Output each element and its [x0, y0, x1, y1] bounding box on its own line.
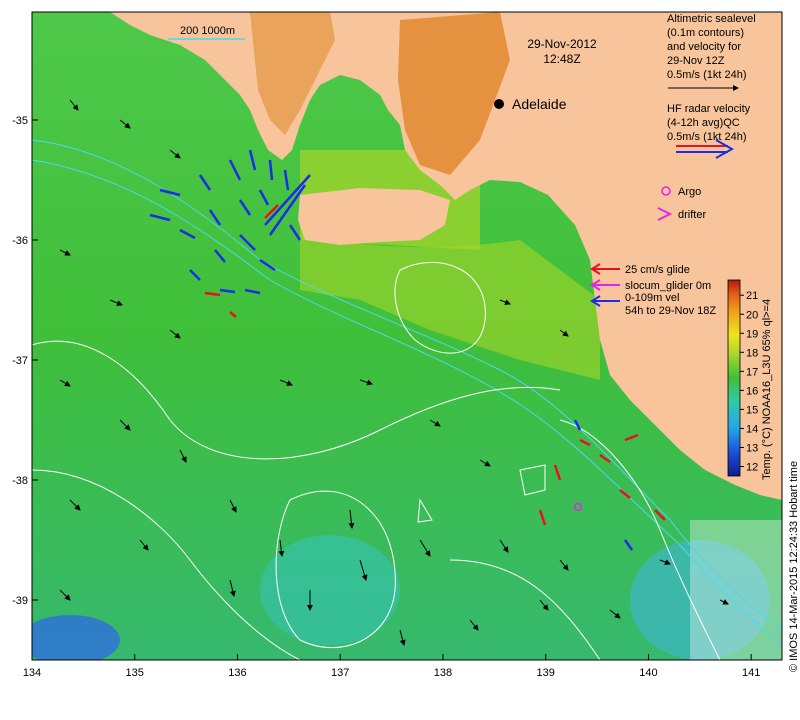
sst-map: 200 1000m Adelaide 29-Nov-2012 12:48Z Al…	[12, 11, 800, 679]
x-tick-label: 137	[331, 667, 349, 679]
colorbar-tick-label: 12	[746, 461, 758, 473]
svg-text:0-109m vel: 0-109m vel	[625, 292, 679, 304]
map-time: 12:48Z	[543, 52, 580, 66]
x-tick-label: 138	[434, 667, 452, 679]
colorbar-tick-label: 15	[746, 404, 758, 416]
x-tick-label: 134	[23, 667, 41, 679]
svg-text:slocum_glider 0m: slocum_glider 0m	[625, 280, 711, 292]
svg-text:(0.1m contours): (0.1m contours)	[667, 27, 744, 39]
svg-text:Argo: Argo	[678, 186, 701, 198]
x-tick-label: 140	[639, 667, 657, 679]
x-tick-label: 141	[742, 667, 760, 679]
svg-text:(4-12h avg)QC: (4-12h avg)QC	[667, 117, 740, 129]
map-date: 29-Nov-2012	[527, 37, 597, 51]
colorbar-title: Temp. (°C) NOAA16_L3U 65% ql>=4	[761, 299, 773, 480]
colorbar	[727, 279, 741, 477]
colorbar-tick-label: 13	[746, 442, 758, 454]
colorbar-tick-label: 18	[746, 347, 758, 359]
depth-legend-label: 200 1000m	[180, 25, 235, 37]
svg-text:HF radar velocity: HF radar velocity	[667, 103, 751, 115]
adelaide-label: Adelaide	[512, 96, 567, 112]
svg-text:0.5m/s (1kt 24h): 0.5m/s (1kt 24h)	[667, 69, 746, 81]
colorbar-tick-label: 14	[746, 423, 758, 435]
cold-patch-southwest	[32, 615, 120, 660]
svg-text:0.5m/s (1kt 24h): 0.5m/s (1kt 24h)	[667, 131, 746, 143]
colorbar-tick-label: 21	[746, 290, 758, 302]
colorbar-tick-label: 19	[746, 328, 758, 340]
y-tick-label: -39	[12, 595, 28, 607]
y-tick-label: -36	[12, 235, 28, 247]
y-tick-label: -35	[12, 115, 28, 127]
svg-text:Altimetric sealevel: Altimetric sealevel	[667, 13, 756, 25]
y-tick-label: -38	[12, 475, 28, 487]
svg-text:and velocity for: and velocity for	[667, 41, 741, 53]
colorbar-tick-label: 17	[746, 366, 758, 378]
x-tick-label: 136	[228, 667, 246, 679]
colorbar-tick-label: 16	[746, 385, 758, 397]
colorbar-tick-label: 20	[746, 309, 758, 321]
adelaide-marker	[494, 99, 504, 109]
svg-text:29-Nov 12Z: 29-Nov 12Z	[667, 55, 725, 67]
no-data-southeast	[690, 520, 782, 660]
svg-text:54h to 29-Nov 18Z: 54h to 29-Nov 18Z	[625, 305, 716, 317]
svg-text:drifter: drifter	[678, 209, 706, 221]
x-tick-label: 139	[537, 667, 555, 679]
credit-text: © IMOS 14-Mar-2015 12:24:33 Hobart time	[788, 461, 800, 672]
svg-text:25 cm/s glide: 25 cm/s glide	[625, 264, 690, 276]
x-tick-label: 135	[126, 667, 144, 679]
y-tick-label: -37	[12, 355, 28, 367]
